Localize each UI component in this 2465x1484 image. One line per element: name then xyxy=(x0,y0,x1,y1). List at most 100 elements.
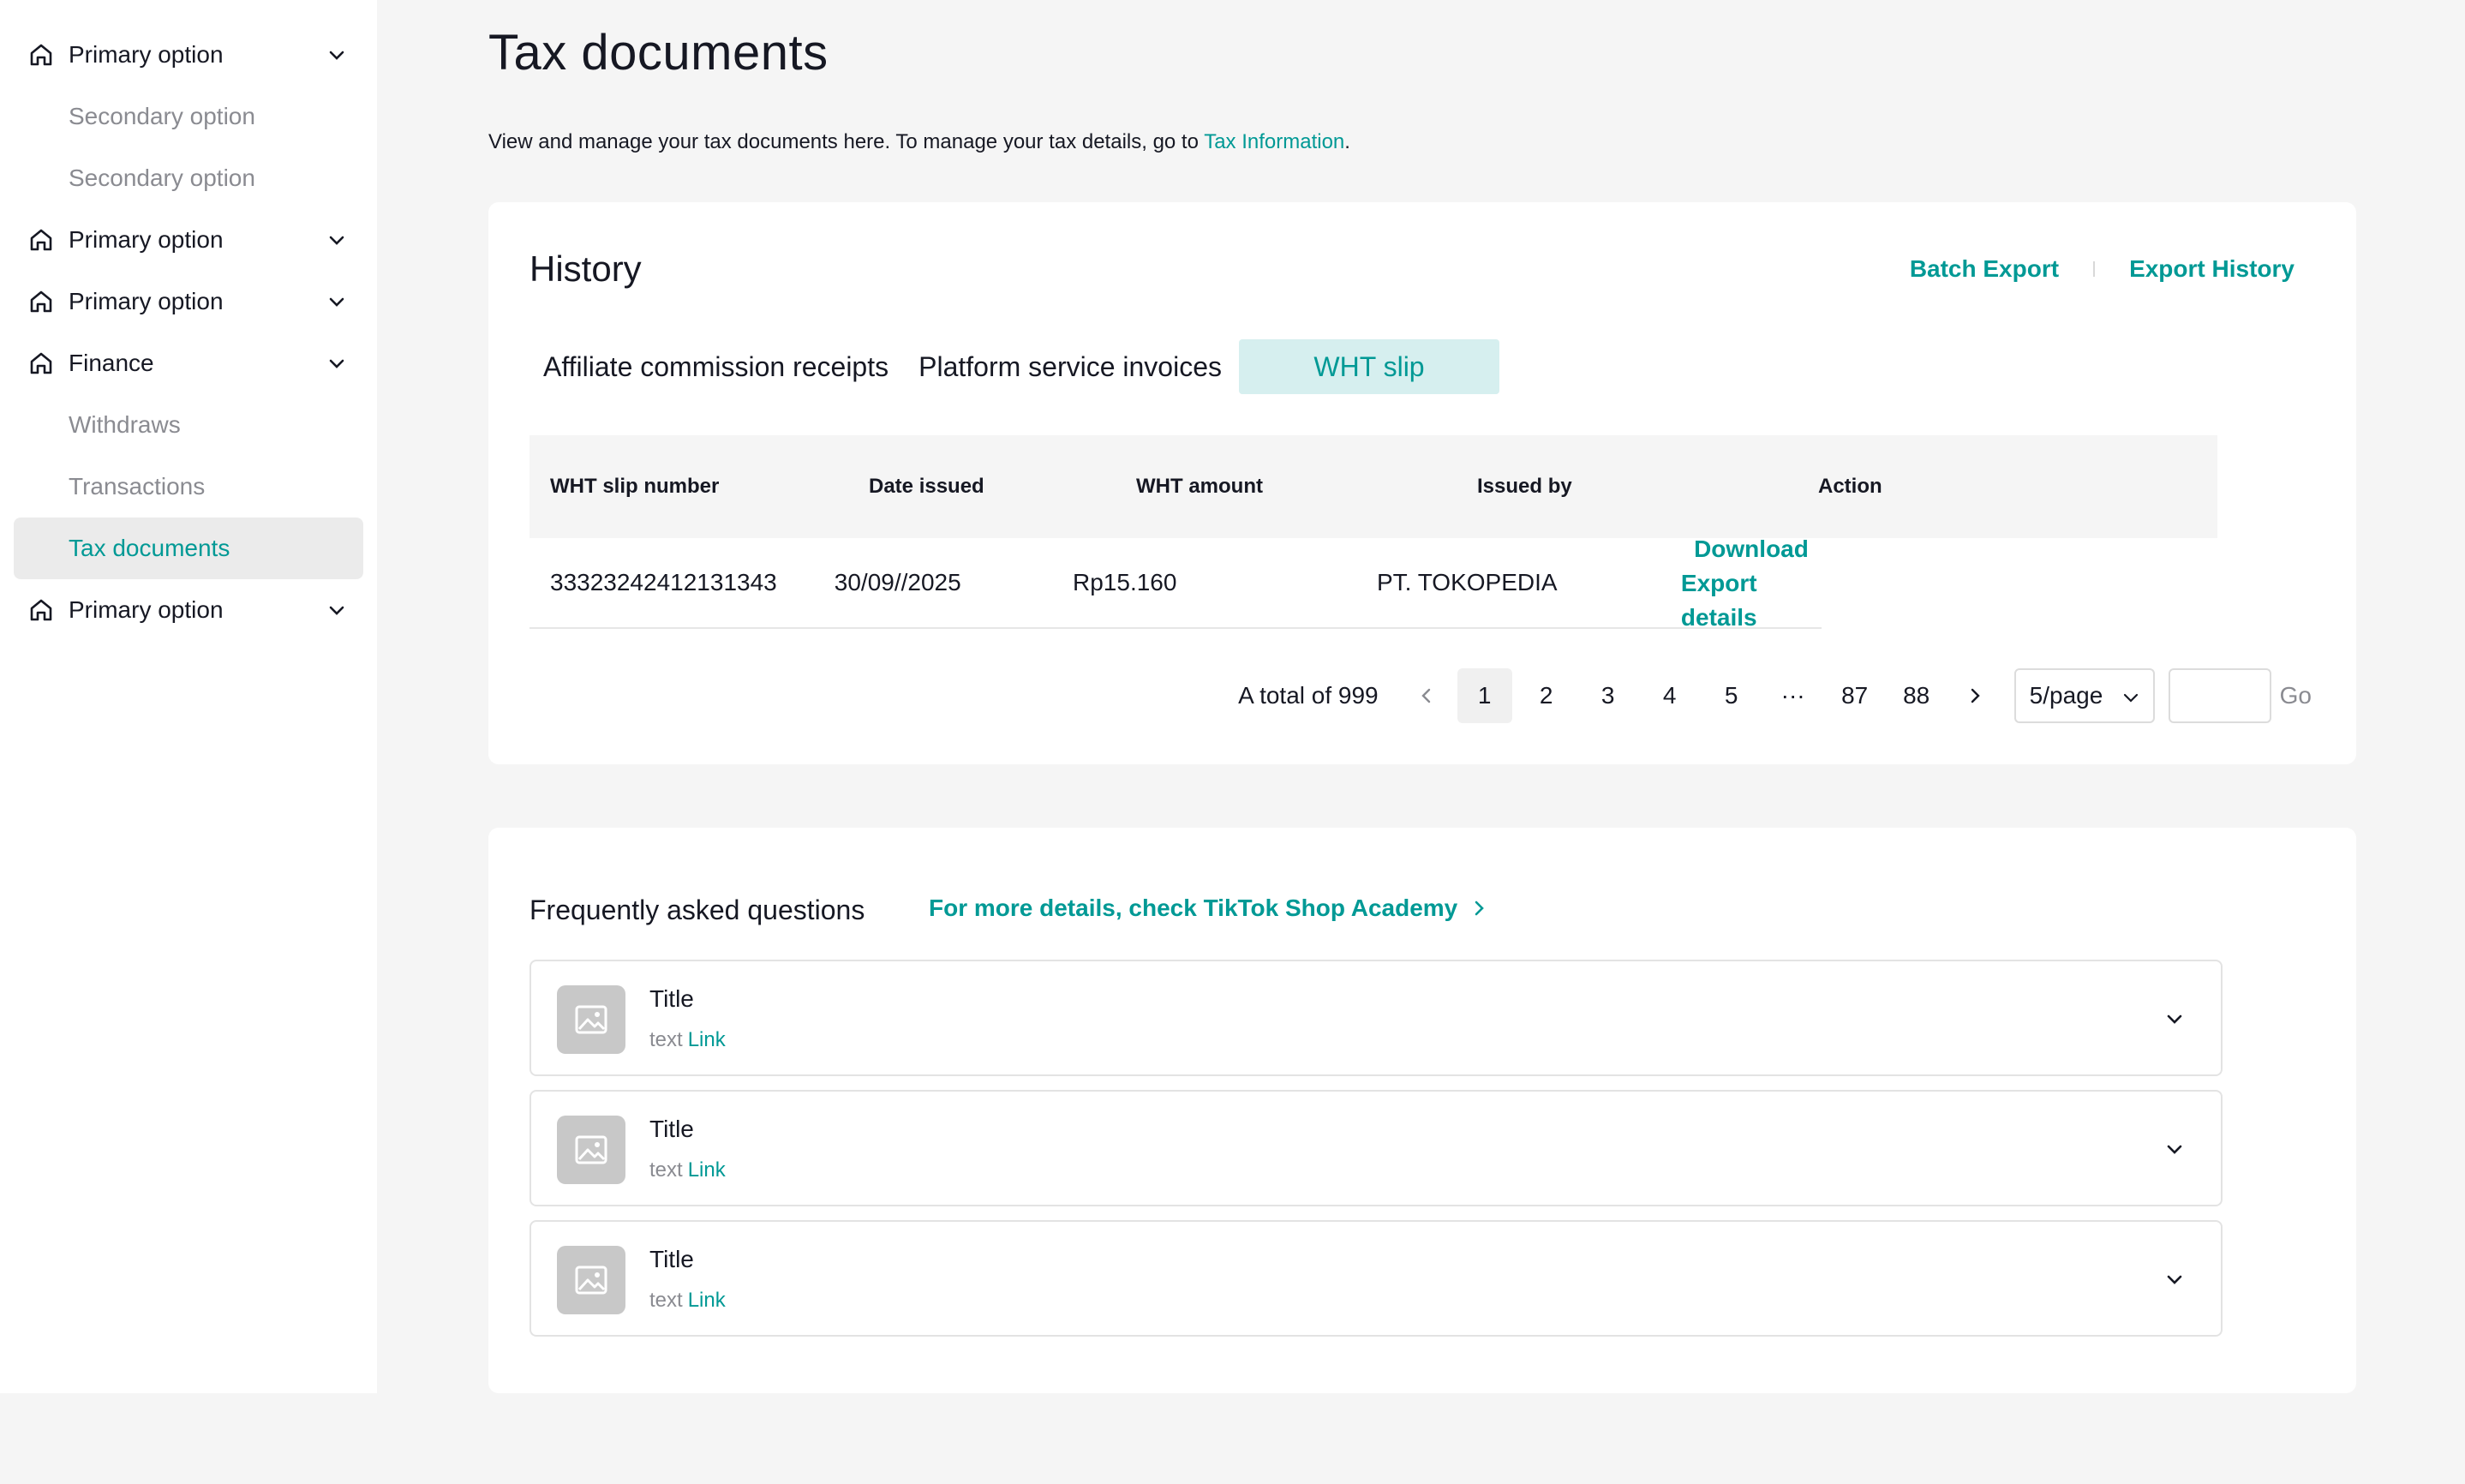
cell-action: Download Export details xyxy=(1681,532,1822,635)
chevron-down-icon xyxy=(2121,687,2141,708)
sidebar-item-label: Tax documents xyxy=(69,535,230,561)
history-actions: Batch Export Export History xyxy=(1910,255,2294,283)
go-button[interactable]: Go xyxy=(2280,682,2312,709)
sidebar-item-primary-option-4[interactable]: Primary option xyxy=(14,579,363,641)
chevron-down-icon xyxy=(326,353,348,375)
faq-academy-link-label: For more details, check TikTok Shop Acad… xyxy=(929,895,1458,921)
faq-item[interactable]: Title text Link xyxy=(529,1090,2223,1206)
chevron-left-icon[interactable] xyxy=(1408,677,1445,715)
faq-item-title: Title xyxy=(649,985,694,1012)
page-ellipsis[interactable]: ··· xyxy=(1766,668,1821,723)
download-link[interactable]: Download xyxy=(1694,532,1809,566)
sidebar-item-tax-documents[interactable]: Tax documents xyxy=(14,518,363,579)
faq-item-text: text Link xyxy=(649,1289,726,1313)
home-icon xyxy=(27,226,55,254)
home-icon xyxy=(27,596,55,624)
sidebar-item-withdraws[interactable]: Withdraws xyxy=(14,394,363,456)
export-details-link[interactable]: Export details xyxy=(1681,566,1822,635)
column-header: Issued by xyxy=(1477,475,1572,498)
faq-item-text: text Link xyxy=(649,1158,726,1182)
sidebar-item-label: Secondary option xyxy=(69,103,255,129)
home-icon xyxy=(27,41,55,69)
chevron-right-icon[interactable] xyxy=(1956,677,1994,715)
page-title: Tax documents xyxy=(488,25,829,81)
page-size-select[interactable]: 5/page xyxy=(2013,668,2155,723)
tab-wht-slip[interactable]: WHT slip xyxy=(1239,339,1499,394)
faq-item-link[interactable]: Link xyxy=(688,1158,726,1182)
home-icon xyxy=(27,350,55,377)
chevron-down-icon xyxy=(326,45,348,67)
sidebar-item-finance[interactable]: Finance xyxy=(14,332,363,394)
faq-item-link[interactable]: Link xyxy=(688,1028,726,1051)
page-button-5[interactable]: 5 xyxy=(1704,668,1759,723)
page-button-4[interactable]: 4 xyxy=(1642,668,1697,723)
column-header: Action xyxy=(1818,475,1882,498)
sidebar-item-secondary-option-1[interactable]: Secondary option xyxy=(14,86,363,147)
page-jump-input[interactable] xyxy=(2168,668,2271,723)
sidebar-item-transactions[interactable]: Transactions xyxy=(14,456,363,518)
chevron-right-icon xyxy=(1469,899,1488,918)
pagination-total: A total of 999 xyxy=(1238,682,1379,709)
chevron-down-icon xyxy=(326,230,348,252)
tab-affiliate-commission-receipts[interactable]: Affiliate commission receipts xyxy=(529,339,902,394)
sidebar-item-label: Withdraws xyxy=(69,411,181,438)
image-placeholder-icon xyxy=(557,1116,625,1184)
cell-amount: Rp15.160 xyxy=(1073,569,1177,595)
table-row: 33323242412131343 30/09//2025 Rp15.160 P… xyxy=(529,536,1822,631)
sidebar-item-label: Primary option xyxy=(69,288,224,314)
page-description: View and manage your tax documents here.… xyxy=(488,130,1350,154)
faq-academy-link[interactable]: For more details, check TikTok Shop Acad… xyxy=(929,895,1488,922)
page-description-end: . xyxy=(1344,130,1350,153)
faq-item-title: Title xyxy=(649,1246,694,1272)
sidebar-item-secondary-option-2[interactable]: Secondary option xyxy=(14,147,363,209)
tax-information-link[interactable]: Tax Information xyxy=(1204,130,1344,153)
faq-item-text-label: text xyxy=(649,1289,683,1312)
batch-export-button[interactable]: Batch Export xyxy=(1910,255,2059,283)
faq-item[interactable]: Title text Link xyxy=(529,960,2223,1076)
page-button-88[interactable]: 88 xyxy=(1889,668,1944,723)
sidebar: Primary option Secondary option Secondar… xyxy=(0,0,377,1393)
column-header: Date issued xyxy=(869,475,984,498)
export-history-button[interactable]: Export History xyxy=(2129,255,2294,283)
faq-card: Frequently asked questions For more deta… xyxy=(488,828,2356,1393)
page-button-87[interactable]: 87 xyxy=(1828,668,1882,723)
faq-item-text: text Link xyxy=(649,1028,726,1052)
sidebar-item-primary-option-1[interactable]: Primary option xyxy=(14,24,363,86)
faq-item-text-label: text xyxy=(649,1158,683,1182)
cell-issued-by: PT. TOKOPEDIA xyxy=(1376,569,1558,595)
sidebar-item-label: Primary option xyxy=(69,41,224,68)
sidebar-item-label: Transactions xyxy=(69,473,206,500)
column-header: WHT amount xyxy=(1136,475,1263,498)
faq-item-title: Title xyxy=(649,1116,694,1142)
image-placeholder-icon xyxy=(557,1246,625,1314)
sidebar-item-label: Primary option xyxy=(69,226,224,253)
history-card: History Batch Export Export History Affi… xyxy=(488,202,2356,764)
page-button-2[interactable]: 2 xyxy=(1519,668,1574,723)
home-icon xyxy=(27,288,55,315)
faq-item-text-label: text xyxy=(649,1028,683,1051)
chevron-down-icon xyxy=(326,600,348,622)
faq-item-link[interactable]: Link xyxy=(688,1289,726,1312)
page-button-1[interactable]: 1 xyxy=(1457,668,1512,723)
faq-title: Frequently asked questions xyxy=(529,895,865,925)
divider xyxy=(2093,261,2096,277)
page-button-3[interactable]: 3 xyxy=(1581,668,1636,723)
sidebar-item-label: Finance xyxy=(69,350,154,376)
history-title: History xyxy=(529,248,642,289)
chevron-down-icon[interactable] xyxy=(2163,1008,2187,1032)
faq-item[interactable]: Title text Link xyxy=(529,1220,2223,1337)
cell-slip-number: 33323242412131343 xyxy=(550,569,777,595)
image-placeholder-icon xyxy=(557,985,625,1054)
wht-slip-table: WHT slip number Date issued WHT amount I… xyxy=(529,435,2217,631)
page-size-value: 5/page xyxy=(2029,682,2103,709)
sidebar-item-primary-option-3[interactable]: Primary option xyxy=(14,271,363,332)
chevron-down-icon[interactable] xyxy=(2163,1268,2187,1292)
tab-platform-service-invoices[interactable]: Platform service invoices xyxy=(905,339,1235,394)
page-description-text: View and manage your tax documents here.… xyxy=(488,130,1205,153)
chevron-down-icon[interactable] xyxy=(2163,1138,2187,1162)
cell-date-issued: 30/09//2025 xyxy=(834,569,961,595)
pagination: A total of 999 1 2 3 4 5 ··· 87 88 5/pag… xyxy=(1238,668,2312,723)
sidebar-item-primary-option-2[interactable]: Primary option xyxy=(14,209,363,271)
sidebar-item-label: Secondary option xyxy=(69,165,255,191)
chevron-down-icon xyxy=(326,291,348,314)
